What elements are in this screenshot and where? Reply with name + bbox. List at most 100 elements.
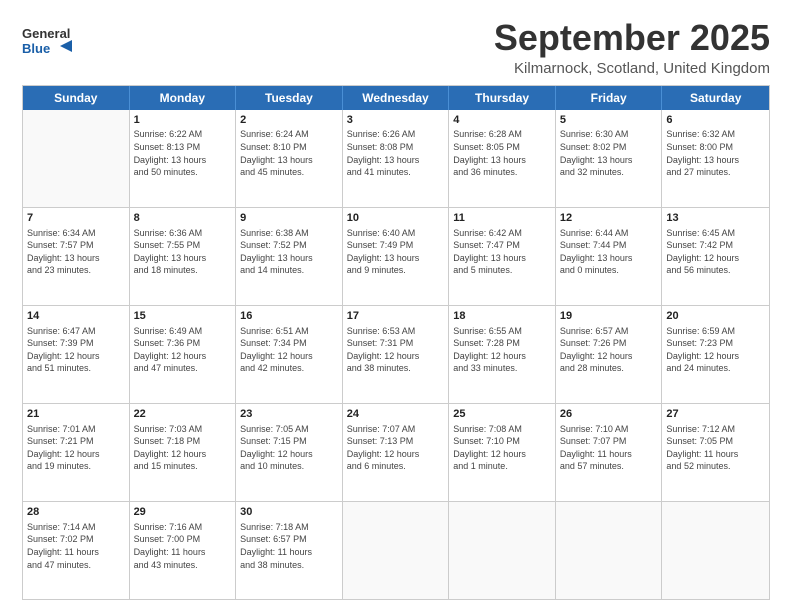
- weekday-header: Sunday: [23, 86, 130, 110]
- day-number: 1: [134, 113, 232, 128]
- day-number: 2: [240, 113, 338, 128]
- calendar-cell: 28Sunrise: 7:14 AM Sunset: 7:02 PM Dayli…: [23, 502, 130, 599]
- day-info: Sunrise: 6:42 AM Sunset: 7:47 PM Dayligh…: [453, 227, 551, 277]
- day-number: 7: [27, 211, 125, 226]
- calendar-cell: 24Sunrise: 7:07 AM Sunset: 7:13 PM Dayli…: [343, 404, 450, 501]
- day-number: 24: [347, 407, 445, 422]
- calendar-row: 21Sunrise: 7:01 AM Sunset: 7:21 PM Dayli…: [23, 403, 769, 501]
- calendar-cell: 6Sunrise: 6:32 AM Sunset: 8:00 PM Daylig…: [662, 110, 769, 207]
- day-number: 12: [560, 211, 658, 226]
- weekday-header: Saturday: [662, 86, 769, 110]
- calendar-cell: 14Sunrise: 6:47 AM Sunset: 7:39 PM Dayli…: [23, 306, 130, 403]
- day-info: Sunrise: 6:55 AM Sunset: 7:28 PM Dayligh…: [453, 325, 551, 375]
- page: General Blue September 2025 Kilmarnock, …: [0, 0, 792, 612]
- calendar-cell: 8Sunrise: 6:36 AM Sunset: 7:55 PM Daylig…: [130, 208, 237, 305]
- day-number: 3: [347, 113, 445, 128]
- day-info: Sunrise: 6:45 AM Sunset: 7:42 PM Dayligh…: [666, 227, 765, 277]
- header: General Blue September 2025 Kilmarnock, …: [22, 18, 770, 77]
- day-info: Sunrise: 7:16 AM Sunset: 7:00 PM Dayligh…: [134, 521, 232, 571]
- calendar-cell: 1Sunrise: 6:22 AM Sunset: 8:13 PM Daylig…: [130, 110, 237, 207]
- calendar-body: 1Sunrise: 6:22 AM Sunset: 8:13 PM Daylig…: [23, 110, 769, 599]
- calendar-row: 7Sunrise: 6:34 AM Sunset: 7:57 PM Daylig…: [23, 207, 769, 305]
- weekday-header: Tuesday: [236, 86, 343, 110]
- weekday-header: Wednesday: [343, 86, 450, 110]
- calendar-cell: 3Sunrise: 6:26 AM Sunset: 8:08 PM Daylig…: [343, 110, 450, 207]
- day-info: Sunrise: 6:59 AM Sunset: 7:23 PM Dayligh…: [666, 325, 765, 375]
- calendar-cell: 22Sunrise: 7:03 AM Sunset: 7:18 PM Dayli…: [130, 404, 237, 501]
- day-number: 25: [453, 407, 551, 422]
- day-number: 18: [453, 309, 551, 324]
- calendar-cell: 7Sunrise: 6:34 AM Sunset: 7:57 PM Daylig…: [23, 208, 130, 305]
- day-number: 26: [560, 407, 658, 422]
- day-number: 9: [240, 211, 338, 226]
- calendar-cell: 2Sunrise: 6:24 AM Sunset: 8:10 PM Daylig…: [236, 110, 343, 207]
- day-number: 20: [666, 309, 765, 324]
- day-number: 14: [27, 309, 125, 324]
- day-info: Sunrise: 6:28 AM Sunset: 8:05 PM Dayligh…: [453, 128, 551, 178]
- calendar-cell: [556, 502, 663, 599]
- calendar-cell: 19Sunrise: 6:57 AM Sunset: 7:26 PM Dayli…: [556, 306, 663, 403]
- calendar-cell: 16Sunrise: 6:51 AM Sunset: 7:34 PM Dayli…: [236, 306, 343, 403]
- weekday-header: Monday: [130, 86, 237, 110]
- day-info: Sunrise: 7:03 AM Sunset: 7:18 PM Dayligh…: [134, 423, 232, 473]
- day-number: 10: [347, 211, 445, 226]
- weekday-header: Thursday: [449, 86, 556, 110]
- day-number: 21: [27, 407, 125, 422]
- day-number: 19: [560, 309, 658, 324]
- day-number: 17: [347, 309, 445, 324]
- day-info: Sunrise: 7:05 AM Sunset: 7:15 PM Dayligh…: [240, 423, 338, 473]
- calendar-cell: 12Sunrise: 6:44 AM Sunset: 7:44 PM Dayli…: [556, 208, 663, 305]
- calendar-header: SundayMondayTuesdayWednesdayThursdayFrid…: [23, 86, 769, 110]
- calendar-cell: 13Sunrise: 6:45 AM Sunset: 7:42 PM Dayli…: [662, 208, 769, 305]
- day-info: Sunrise: 6:47 AM Sunset: 7:39 PM Dayligh…: [27, 325, 125, 375]
- day-info: Sunrise: 6:44 AM Sunset: 7:44 PM Dayligh…: [560, 227, 658, 277]
- day-info: Sunrise: 6:49 AM Sunset: 7:36 PM Dayligh…: [134, 325, 232, 375]
- calendar-row: 14Sunrise: 6:47 AM Sunset: 7:39 PM Dayli…: [23, 305, 769, 403]
- day-info: Sunrise: 6:51 AM Sunset: 7:34 PM Dayligh…: [240, 325, 338, 375]
- calendar-cell: 18Sunrise: 6:55 AM Sunset: 7:28 PM Dayli…: [449, 306, 556, 403]
- calendar-cell: 26Sunrise: 7:10 AM Sunset: 7:07 PM Dayli…: [556, 404, 663, 501]
- title-block: September 2025 Kilmarnock, Scotland, Uni…: [494, 18, 770, 77]
- calendar-cell: 17Sunrise: 6:53 AM Sunset: 7:31 PM Dayli…: [343, 306, 450, 403]
- month-title: September 2025: [494, 18, 770, 58]
- location: Kilmarnock, Scotland, United Kingdom: [494, 60, 770, 77]
- calendar-cell: [23, 110, 130, 207]
- day-number: 5: [560, 113, 658, 128]
- day-info: Sunrise: 6:30 AM Sunset: 8:02 PM Dayligh…: [560, 128, 658, 178]
- day-info: Sunrise: 7:08 AM Sunset: 7:10 PM Dayligh…: [453, 423, 551, 473]
- day-number: 4: [453, 113, 551, 128]
- day-info: Sunrise: 6:53 AM Sunset: 7:31 PM Dayligh…: [347, 325, 445, 375]
- day-info: Sunrise: 6:40 AM Sunset: 7:49 PM Dayligh…: [347, 227, 445, 277]
- day-info: Sunrise: 6:32 AM Sunset: 8:00 PM Dayligh…: [666, 128, 765, 178]
- calendar-cell: 23Sunrise: 7:05 AM Sunset: 7:15 PM Dayli…: [236, 404, 343, 501]
- calendar-cell: 30Sunrise: 7:18 AM Sunset: 6:57 PM Dayli…: [236, 502, 343, 599]
- logo: General Blue: [22, 18, 72, 62]
- day-number: 30: [240, 505, 338, 520]
- calendar: SundayMondayTuesdayWednesdayThursdayFrid…: [22, 85, 770, 600]
- day-info: Sunrise: 6:38 AM Sunset: 7:52 PM Dayligh…: [240, 227, 338, 277]
- day-info: Sunrise: 7:14 AM Sunset: 7:02 PM Dayligh…: [27, 521, 125, 571]
- calendar-row: 28Sunrise: 7:14 AM Sunset: 7:02 PM Dayli…: [23, 501, 769, 599]
- calendar-cell: 5Sunrise: 6:30 AM Sunset: 8:02 PM Daylig…: [556, 110, 663, 207]
- day-number: 23: [240, 407, 338, 422]
- day-info: Sunrise: 7:18 AM Sunset: 6:57 PM Dayligh…: [240, 521, 338, 571]
- day-number: 15: [134, 309, 232, 324]
- calendar-cell: 4Sunrise: 6:28 AM Sunset: 8:05 PM Daylig…: [449, 110, 556, 207]
- calendar-cell: 10Sunrise: 6:40 AM Sunset: 7:49 PM Dayli…: [343, 208, 450, 305]
- svg-text:Blue: Blue: [22, 41, 50, 56]
- calendar-cell: 11Sunrise: 6:42 AM Sunset: 7:47 PM Dayli…: [449, 208, 556, 305]
- day-number: 8: [134, 211, 232, 226]
- day-number: 27: [666, 407, 765, 422]
- day-number: 28: [27, 505, 125, 520]
- day-number: 22: [134, 407, 232, 422]
- day-info: Sunrise: 7:10 AM Sunset: 7:07 PM Dayligh…: [560, 423, 658, 473]
- calendar-cell: 27Sunrise: 7:12 AM Sunset: 7:05 PM Dayli…: [662, 404, 769, 501]
- calendar-cell: 9Sunrise: 6:38 AM Sunset: 7:52 PM Daylig…: [236, 208, 343, 305]
- calendar-cell: [343, 502, 450, 599]
- calendar-cell: [449, 502, 556, 599]
- calendar-cell: 20Sunrise: 6:59 AM Sunset: 7:23 PM Dayli…: [662, 306, 769, 403]
- calendar-cell: 29Sunrise: 7:16 AM Sunset: 7:00 PM Dayli…: [130, 502, 237, 599]
- day-number: 16: [240, 309, 338, 324]
- day-info: Sunrise: 7:01 AM Sunset: 7:21 PM Dayligh…: [27, 423, 125, 473]
- day-info: Sunrise: 6:22 AM Sunset: 8:13 PM Dayligh…: [134, 128, 232, 178]
